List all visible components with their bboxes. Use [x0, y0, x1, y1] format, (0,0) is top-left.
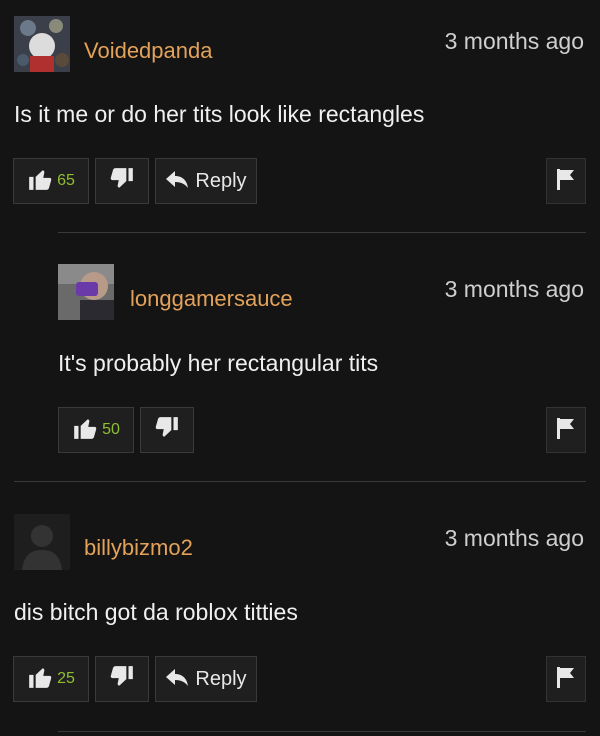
thumbs-down-icon [154, 415, 180, 446]
flag-icon [555, 665, 577, 694]
divider [14, 481, 586, 482]
thumbs-down-icon [109, 664, 135, 695]
thumbs-up-icon [27, 664, 53, 695]
dislike-button[interactable] [95, 158, 149, 204]
comment-text: dis bitch got da roblox titties [14, 599, 298, 625]
like-count: 25 [57, 670, 75, 687]
timestamp: 3 months ago [444, 28, 584, 54]
timestamp: 3 months ago [444, 276, 584, 302]
thumbs-up-icon [72, 415, 98, 446]
dislike-button[interactable] [95, 656, 149, 702]
like-button[interactable]: 25 [13, 656, 89, 702]
avatar[interactable] [14, 514, 70, 570]
dislike-button[interactable] [140, 407, 194, 453]
flag-button[interactable] [546, 407, 586, 453]
reply-label: Reply [195, 667, 247, 690]
reply-button[interactable]: Reply [155, 158, 257, 204]
like-count: 50 [102, 421, 120, 438]
flag-icon [555, 167, 577, 196]
timestamp: 3 months ago [444, 525, 584, 551]
username[interactable]: longgamersauce [130, 286, 293, 312]
reply-label: Reply [195, 169, 247, 192]
thumbs-down-icon [109, 166, 135, 197]
flag-icon [555, 416, 577, 445]
avatar[interactable] [58, 264, 114, 320]
flag-button[interactable] [546, 656, 586, 702]
reply-arrow-icon [165, 667, 189, 692]
thumbs-up-icon [27, 166, 53, 197]
reply-button[interactable]: Reply [155, 656, 257, 702]
comment-text: It's probably her rectangular tits [58, 350, 379, 376]
username[interactable]: Voidedpanda [84, 38, 212, 64]
like-count: 65 [57, 172, 75, 189]
username[interactable]: billybizmo2 [84, 535, 193, 561]
comment-text: Is it me or do her tits look like rectan… [14, 101, 425, 127]
divider [58, 731, 586, 732]
avatar[interactable] [14, 16, 70, 72]
flag-button[interactable] [546, 158, 586, 204]
like-button[interactable]: 50 [58, 407, 134, 453]
like-button[interactable]: 65 [13, 158, 89, 204]
divider [58, 232, 586, 233]
reply-arrow-icon [165, 169, 189, 194]
